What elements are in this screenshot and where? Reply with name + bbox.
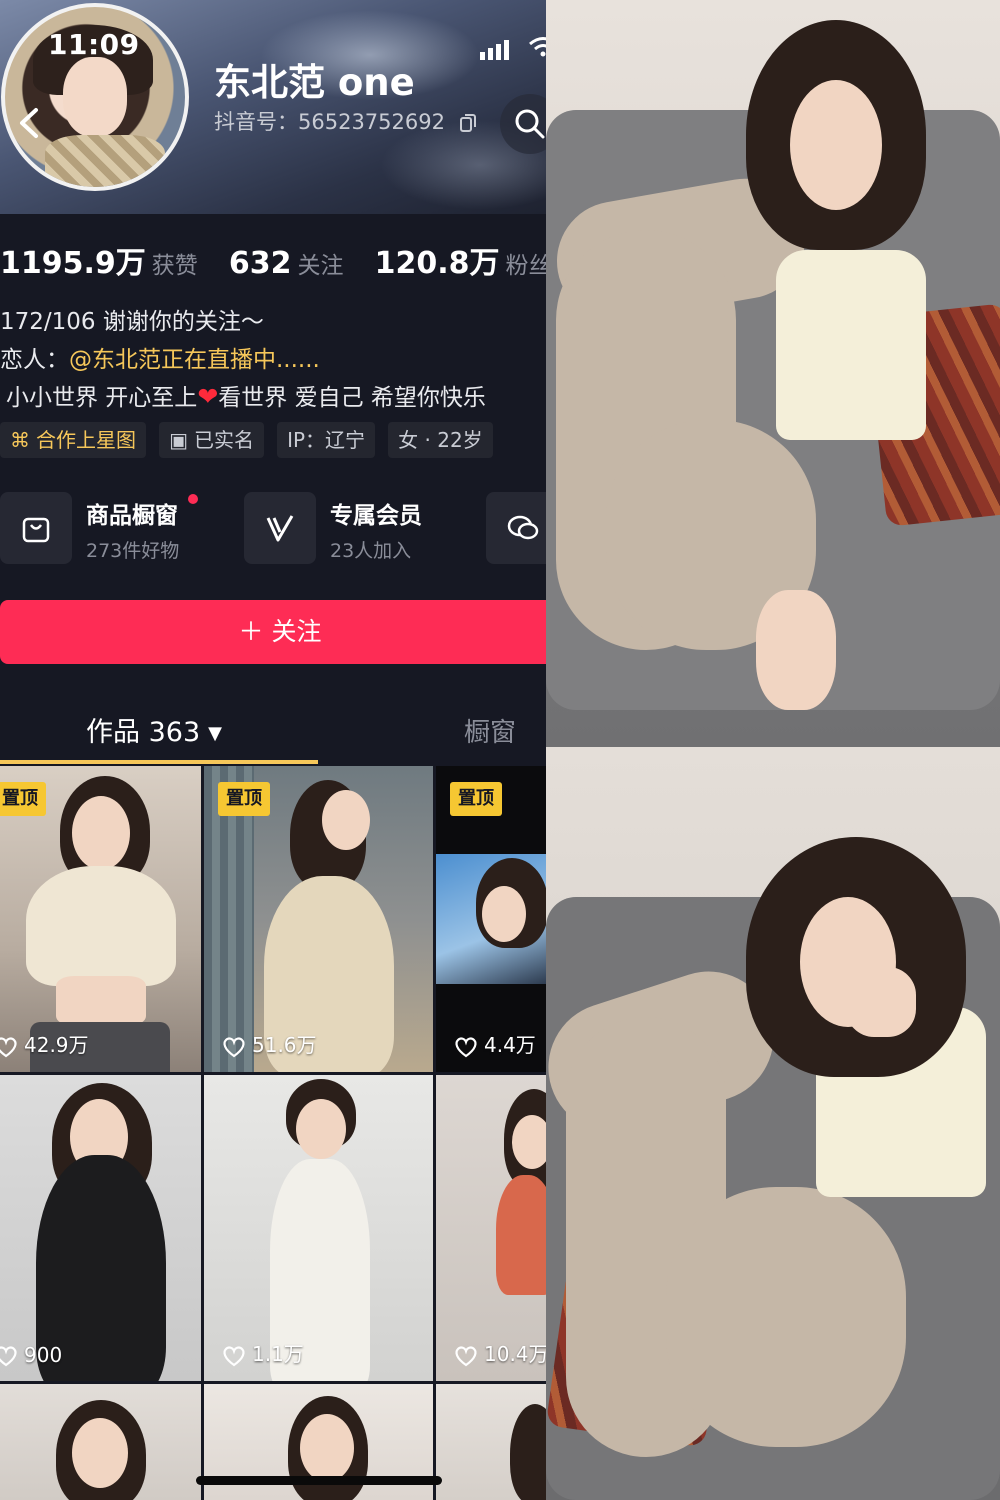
- vip-member-card[interactable]: 专属会员 23人加入: [244, 492, 464, 564]
- photo-bottom: [546, 747, 1000, 1500]
- content-tabs: 作品 363 ▼ 橱窗: [0, 700, 546, 764]
- video-thumbnail[interactable]: 1.1万: [204, 1075, 433, 1381]
- heart-icon: [223, 1036, 245, 1057]
- like-count: 1.1万: [222, 1338, 304, 1367]
- back-icon[interactable]: [14, 106, 44, 140]
- copy-icon[interactable]: [459, 114, 476, 132]
- heart-icon: [0, 1036, 17, 1057]
- heart-emoji-icon: ❤: [197, 382, 219, 411]
- tag-verified[interactable]: ▣ 已实名: [159, 422, 264, 458]
- douyin-id: 抖音号：56523752692: [214, 106, 476, 136]
- tag-ip: IP：辽宁: [277, 422, 376, 458]
- video-thumbnail[interactable]: 置顶 51.6万: [204, 766, 433, 1072]
- tab-works[interactable]: 作品 363 ▼: [86, 710, 222, 749]
- stat-followers[interactable]: 120.8万 粉丝: [375, 238, 546, 282]
- vip-icon: [266, 515, 294, 542]
- like-count: 10.4万: [454, 1338, 546, 1367]
- bio-line-3: 小小世界 开心至上❤看世界 爱自己 希望你快乐: [6, 382, 486, 411]
- caret-down-icon: ▼: [208, 723, 222, 744]
- shop-bag-icon: [22, 517, 50, 543]
- pinned-badge: 置顶: [218, 782, 270, 816]
- heart-icon: [0, 1346, 17, 1367]
- tab-indicator: [0, 760, 318, 764]
- video-thumbnail[interactable]: 10.4万: [436, 1075, 546, 1381]
- like-count: 4.4万: [454, 1029, 536, 1058]
- like-count: 42.9万: [0, 1029, 89, 1058]
- notification-dot: [188, 494, 198, 504]
- home-indicator: [196, 1476, 442, 1485]
- like-count: 900: [0, 1343, 62, 1368]
- stat-following[interactable]: 632 关注: [229, 246, 344, 281]
- video-thumbnail[interactable]: [0, 1384, 201, 1500]
- profile-header: 11:09 东北范 one 抖音号：56523752692: [0, 0, 546, 214]
- tag-gender-age: 女 · 22岁: [388, 422, 493, 458]
- video-thumbnail[interactable]: 900: [0, 1075, 201, 1381]
- follow-button[interactable]: ＋ 关注: [0, 600, 546, 664]
- like-count: 51.6万: [222, 1029, 317, 1058]
- heart-icon: [455, 1036, 477, 1057]
- group-chat-card[interactable]: [486, 492, 546, 564]
- profile-stats: 1195.9万 获赞 632 关注 120.8万 粉丝: [0, 238, 546, 282]
- profile-tags: ⌘ 合作上星图 ▣ 已实名 IP：辽宁 女 · 22岁: [0, 422, 501, 458]
- search-icon: [515, 109, 545, 139]
- bio-mention-link[interactable]: @东北范正在直播中......: [69, 347, 320, 373]
- heart-icon: [455, 1345, 477, 1366]
- shop-window-card[interactable]: 商品橱窗 273件好物: [0, 492, 220, 564]
- chat-icon: [507, 515, 539, 540]
- id-card-icon: ▣: [169, 428, 188, 452]
- stat-likes[interactable]: 1195.9万 获赞: [0, 238, 198, 282]
- video-thumbnail[interactable]: [436, 1384, 546, 1500]
- star-map-icon: ⌘: [10, 428, 30, 452]
- signal-icon: [480, 40, 509, 60]
- video-grid: 置顶 42.9万 置顶 51.6万 置顶 4.4万 900 1.1万 10.4万: [0, 766, 546, 1500]
- photo-top: [546, 0, 1000, 747]
- wifi-icon: [529, 37, 546, 57]
- tab-shop-window[interactable]: 橱窗: [464, 712, 516, 749]
- status-time: 11:09: [48, 28, 140, 61]
- tag-star-map[interactable]: ⌘ 合作上星图: [0, 422, 146, 458]
- douyin-id-text: 抖音号：56523752692: [214, 110, 445, 134]
- profile-screen: 11:09 东北范 one 抖音号：56523752692 1195.9万 获赞…: [0, 0, 546, 1500]
- bio-line-2: 恋人：@东北范正在直播中......: [0, 347, 320, 373]
- bio-line-1: 172/106 谢谢你的关注～: [0, 309, 264, 335]
- video-thumbnail[interactable]: 置顶 4.4万: [436, 766, 546, 1072]
- username: 东北范 one: [214, 61, 415, 104]
- pinned-badge: 置顶: [0, 782, 46, 816]
- heart-icon: [223, 1345, 245, 1366]
- video-thumbnail[interactable]: 置顶 42.9万: [0, 766, 201, 1072]
- pinned-badge: 置顶: [450, 782, 502, 816]
